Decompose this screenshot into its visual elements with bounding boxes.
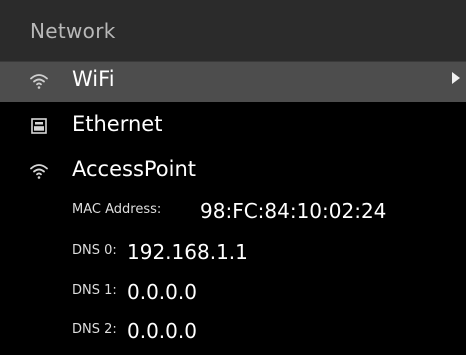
wifi-icon	[29, 71, 49, 91]
network-header: Network	[0, 0, 466, 62]
dns-1-value: 0.0.0.0	[127, 280, 197, 304]
mac-address-label: MAC Address:	[72, 202, 162, 217]
access-point-icon	[29, 161, 49, 181]
network-screen: Network WiFi Ethernet AccessPoint MAC Ad…	[0, 0, 466, 355]
dns-2-value: 0.0.0.0	[127, 319, 197, 343]
menu-item-label: WiFi	[72, 67, 115, 91]
menu-item-wifi[interactable]: WiFi	[0, 62, 466, 102]
ethernet-icon	[29, 116, 49, 136]
page-title: Network	[30, 19, 116, 43]
menu-item-label: Ethernet	[72, 112, 163, 136]
mac-address-value: 98:FC:84:10:02:24	[200, 199, 387, 223]
dns-0-label: DNS 0:	[72, 243, 117, 258]
menu-item-label: AccessPoint	[72, 157, 197, 181]
dns-0-value: 192.168.1.1	[127, 240, 248, 264]
menu-item-access-point[interactable]: AccessPoint	[0, 152, 466, 192]
dns-1-label: DNS 1:	[72, 283, 117, 298]
chevron-right-icon	[452, 72, 460, 84]
menu-item-ethernet[interactable]: Ethernet	[0, 107, 466, 147]
dns-2-label: DNS 2:	[72, 322, 117, 337]
